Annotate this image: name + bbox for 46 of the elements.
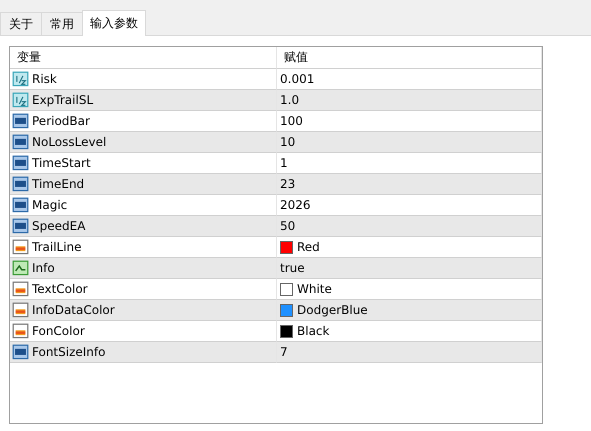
toggle-icon	[12, 260, 29, 276]
parameter-name: Magic	[32, 198, 68, 212]
tab[interactable]: 关于	[0, 12, 42, 35]
parameter-name: Info	[32, 261, 55, 275]
parameter-name: NoLossLevel	[32, 135, 106, 149]
color-icon	[12, 322, 29, 340]
parameter-value[interactable]: 1	[280, 156, 288, 170]
parameter-name: FonColor	[32, 324, 85, 338]
number-icon	[12, 112, 29, 130]
number-icon	[12, 176, 29, 192]
parameter-name: SpeedEA	[32, 219, 86, 233]
number-icon	[12, 154, 29, 172]
number-icon	[12, 218, 29, 234]
column-header[interactable]: 变量	[10, 47, 277, 69]
parameter-name: InfoDataColor	[32, 303, 115, 317]
parameter-value[interactable]: 2026	[280, 198, 311, 212]
column-header[interactable]: 赋值	[277, 47, 542, 69]
number-icon	[12, 196, 29, 214]
parameter-value[interactable]: 50	[280, 219, 296, 233]
parameter-value[interactable]: White	[297, 282, 332, 296]
fraction-icon	[12, 70, 29, 88]
parameter-value[interactable]: 1.0	[280, 93, 300, 107]
parameter-value[interactable]: Red	[297, 240, 320, 254]
parameter-name: TimeStart	[32, 156, 91, 170]
parameter-name: TimeEnd	[32, 177, 84, 191]
parameter-value[interactable]: true	[280, 261, 305, 275]
parameter-name: PeriodBar	[32, 114, 90, 128]
parameter-value[interactable]: 100	[280, 114, 303, 128]
tab[interactable]: 输入参数	[82, 10, 146, 36]
parameter-name: TextColor	[32, 282, 88, 296]
parameter-value[interactable]: 10	[280, 135, 296, 149]
parameter-name: Risk	[32, 72, 57, 86]
parameter-value[interactable]: DodgerBlue	[297, 303, 368, 317]
color-icon	[12, 280, 29, 298]
color-icon	[12, 238, 29, 256]
parameter-value[interactable]: 7	[280, 345, 288, 359]
number-icon	[12, 344, 29, 360]
number-icon	[12, 134, 29, 150]
parameter-name: TrailLine	[32, 240, 82, 254]
fraction-icon	[12, 92, 29, 108]
parameter-value[interactable]: 23	[280, 177, 296, 191]
parameter-value[interactable]: 0.001	[280, 72, 314, 86]
color-icon	[12, 302, 29, 318]
parameter-name: ExpTrailSL	[32, 93, 94, 107]
parameter-value[interactable]: Black	[297, 324, 330, 338]
parameter-name: FontSizeInfo	[32, 345, 106, 359]
